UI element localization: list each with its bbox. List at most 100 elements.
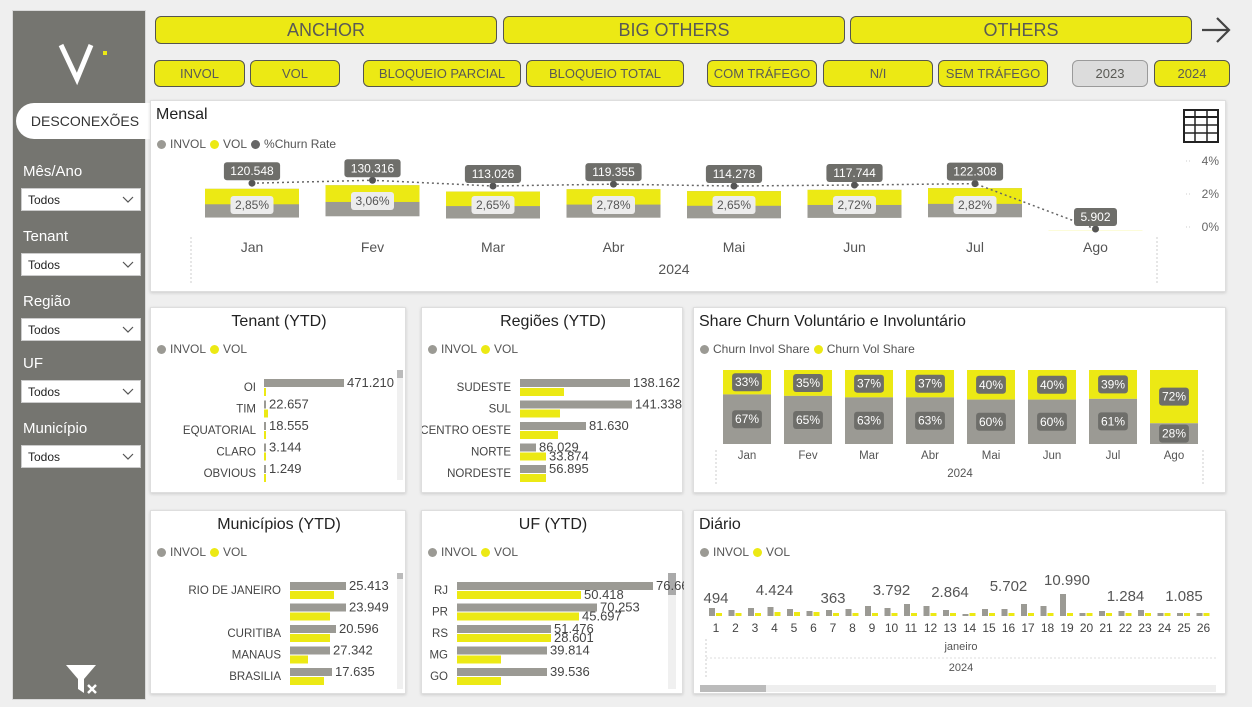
value-label: 39.536 xyxy=(550,664,590,679)
value-label: 138.162 xyxy=(633,375,680,390)
filter-select-tenant[interactable]: Todos xyxy=(21,253,141,276)
vol-share-label: 39% xyxy=(1101,377,1125,391)
clear-filters-icon[interactable] xyxy=(64,661,100,697)
data-label: 4.424 xyxy=(756,582,794,599)
share-chart: 33% 67% Jan 35% 65% Fev 37% 63% Mar 37% 63% Abr 40% 6… xyxy=(715,370,1204,484)
sidebar: DESCONEXÕES Mês/Ano Todos Tenant Todos R… xyxy=(12,10,154,700)
block-button-total[interactable]: BLOQUEIO TOTAL xyxy=(526,60,684,87)
bar-vol xyxy=(264,452,266,461)
invol-share-label: 61% xyxy=(1101,414,1125,428)
x-tick-label: 5 xyxy=(791,621,798,635)
bar-vol xyxy=(1028,613,1034,616)
bar-invol xyxy=(806,611,813,616)
category-label: OBVIOUS xyxy=(204,468,257,480)
disconnections-tab[interactable]: DESCONEXÕES xyxy=(16,103,154,139)
x-tick-label: 18 xyxy=(1041,621,1055,635)
bar-vol xyxy=(290,655,308,664)
invol-share-label: 60% xyxy=(979,415,1003,429)
filter-label-uf: UF xyxy=(23,355,43,372)
x-tick-label: Jun xyxy=(1043,450,1062,462)
bar-invol xyxy=(1196,613,1203,616)
block-button-parcial[interactable]: BLOQUEIO PARCIAL xyxy=(363,60,521,87)
x-tick-label: 19 xyxy=(1060,621,1074,635)
churn-label: 2,65% xyxy=(476,198,510,212)
value-label: 22.657 xyxy=(269,397,309,412)
bar-vol xyxy=(716,613,722,616)
traffic-button-com[interactable]: COM TRÁFEGO xyxy=(707,60,817,87)
bar-invol xyxy=(264,465,266,473)
year-label: 2024 xyxy=(949,662,973,674)
bar-invol xyxy=(264,379,344,387)
bar-vol xyxy=(290,612,330,621)
x-tick-label: Mar xyxy=(481,239,505,255)
bar-vol xyxy=(872,613,878,616)
bar-vol xyxy=(1145,613,1151,616)
year-label: 2024 xyxy=(947,468,973,480)
bar-vol xyxy=(833,613,839,616)
traffic-button-ni[interactable]: N/I xyxy=(823,60,933,87)
bar-invol xyxy=(1138,610,1144,616)
segment-button-anchor[interactable]: ANCHOR xyxy=(155,16,497,44)
bar-invol xyxy=(767,607,774,616)
bar-vol xyxy=(264,388,266,396)
total-label: 117.744 xyxy=(833,166,876,180)
filter-label-mes-ano: Mês/Ano xyxy=(23,163,83,180)
bar-vol xyxy=(1067,613,1073,616)
bar-invol xyxy=(748,608,754,616)
arrow-right-icon[interactable] xyxy=(1199,14,1233,46)
bar-vol xyxy=(457,634,551,642)
bar-invol xyxy=(520,379,630,387)
bar-vol xyxy=(520,409,560,418)
data-label: 494 xyxy=(703,590,728,607)
churn-label: 2,82% xyxy=(958,198,992,212)
bar-vol xyxy=(794,612,800,616)
x-tick-label: 9 xyxy=(869,621,876,635)
total-label: 119.355 xyxy=(592,165,635,179)
filter-select-mes-ano[interactable]: Todos xyxy=(21,188,141,211)
vol-share-label: 40% xyxy=(979,378,1003,392)
bar-vol xyxy=(969,613,976,616)
bar-invol xyxy=(962,614,969,616)
segment-button-big-others[interactable]: BIG OTHERS xyxy=(503,16,845,44)
filter-select-regiao[interactable]: Todos xyxy=(21,318,141,341)
bar-invol xyxy=(520,465,546,473)
bar-invol xyxy=(845,609,852,616)
invol-share-label: 28% xyxy=(1162,427,1186,441)
bar-invol xyxy=(290,625,336,633)
bar-invol xyxy=(290,582,346,590)
filter-select-municipio[interactable]: Todos xyxy=(21,445,141,468)
churn-label: 2,72% xyxy=(837,198,871,212)
bar-vol xyxy=(457,612,579,621)
filter-value: Todos xyxy=(28,450,61,464)
x-tick-label: Mar xyxy=(859,450,879,462)
bar-invol xyxy=(290,646,330,655)
bar-invol xyxy=(923,606,930,616)
vol-share-label: 37% xyxy=(918,377,942,391)
invol-share-label: 63% xyxy=(918,414,942,428)
category-label: CLARO xyxy=(216,447,256,459)
traffic-button-sem[interactable]: SEM TRÁFEGO xyxy=(938,60,1048,87)
x-tick-label: 13 xyxy=(943,621,957,635)
mensal-chart: 4% 2% 0% Jan 2,85% Fev 3,06% Mar 2,65% Abr 2,78% Ma… xyxy=(190,154,1219,284)
bar-vol xyxy=(520,474,546,482)
churn-rate-point xyxy=(369,176,376,184)
year-button-2024[interactable]: 2024 xyxy=(1154,60,1230,87)
total-label: 113.026 xyxy=(472,167,515,181)
x-tick-label: 20 xyxy=(1080,621,1094,635)
segment-button-others[interactable]: OTHERS xyxy=(850,16,1192,44)
bar-vol xyxy=(457,591,581,599)
bar-invol xyxy=(1118,611,1125,616)
year-button-2023[interactable]: 2023 xyxy=(1072,60,1148,87)
x-tick-label: 17 xyxy=(1021,621,1035,635)
filter-select-uf[interactable]: Todos xyxy=(21,380,141,403)
x-tick-label: 8 xyxy=(849,621,856,635)
bar-vol xyxy=(457,655,501,664)
type-button-invol[interactable]: INVOL xyxy=(154,60,245,87)
total-label: 120.548 xyxy=(230,164,274,178)
x-tick-label: 4 xyxy=(771,621,778,635)
value-label: 76.661 xyxy=(656,578,684,593)
type-button-vol[interactable]: VOL xyxy=(250,60,340,87)
bar-vol xyxy=(930,613,937,616)
x-tick-label: 15 xyxy=(982,621,996,635)
category-label: MANAUS xyxy=(232,650,282,662)
